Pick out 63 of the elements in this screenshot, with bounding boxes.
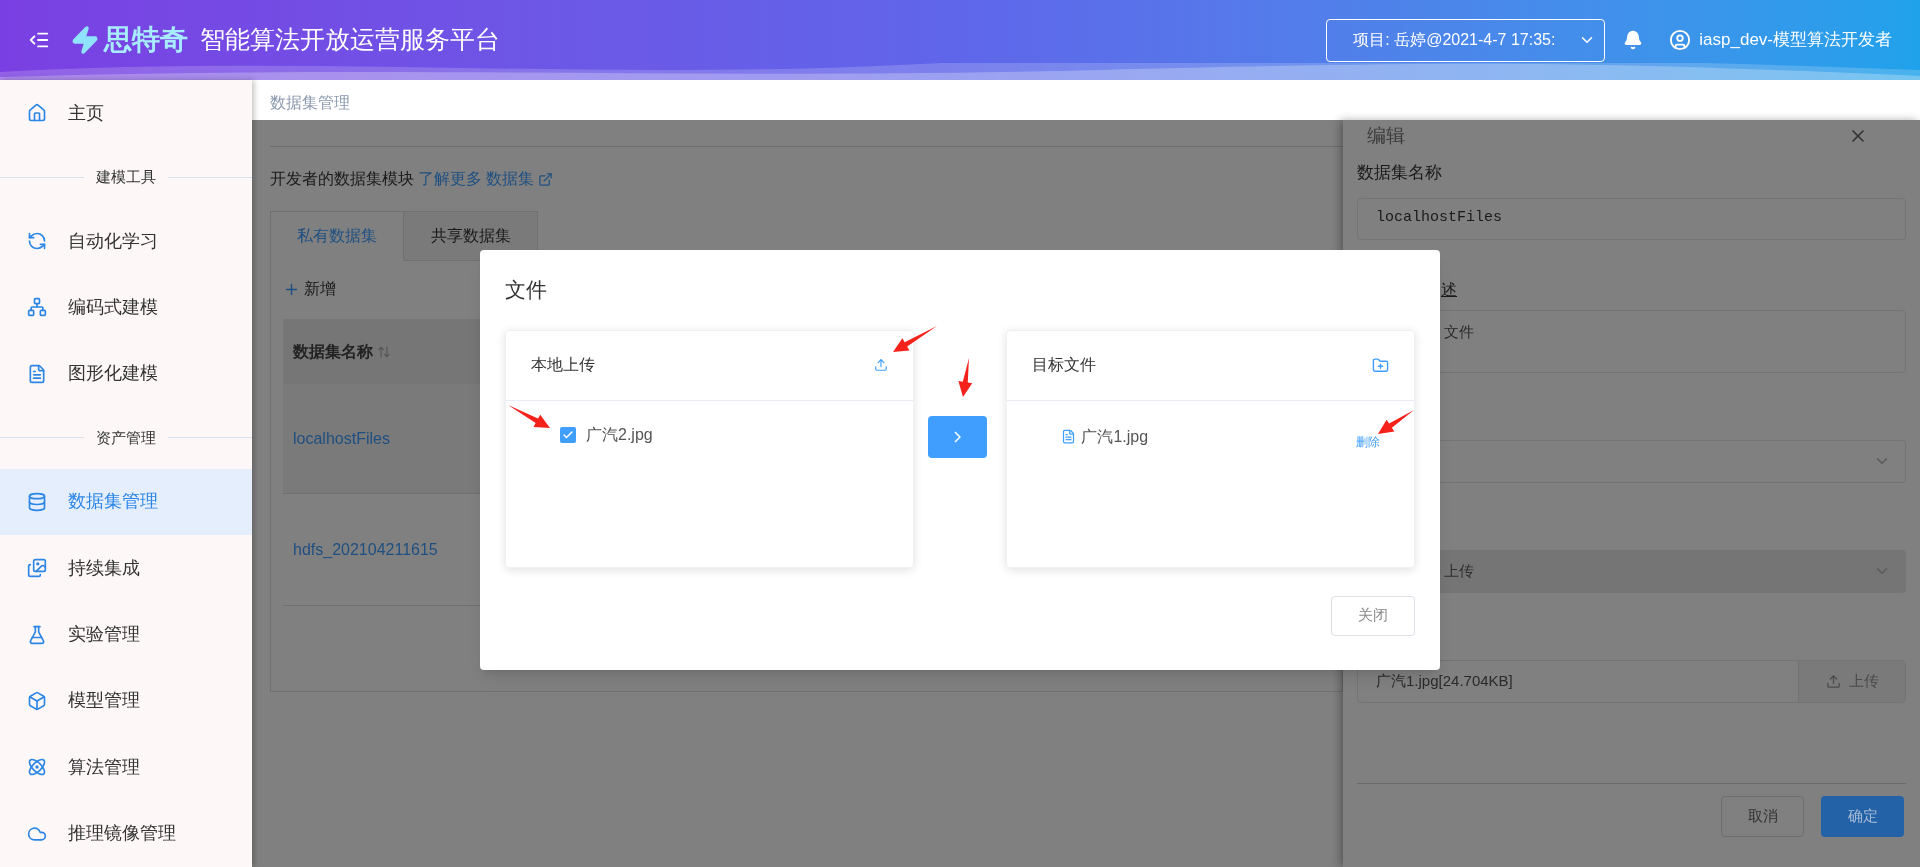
panel-title: 目标文件: [1032, 355, 1097, 375]
column-header[interactable]: 数据集名称: [293, 339, 391, 364]
sidebar-item[interactable]: 模型管理: [0, 667, 252, 735]
annotation-arrow: [1378, 410, 1414, 434]
table-cell[interactable]: hdfs_202104211615: [293, 537, 438, 562]
user-icon: [1669, 29, 1692, 51]
notification-icon[interactable]: [1623, 30, 1644, 50]
sidebar-item[interactable]: 数据集管理: [0, 468, 252, 535]
file-name: 广汽2.jpg: [586, 424, 653, 445]
home-icon: [27, 103, 47, 124]
atom-icon: [27, 757, 47, 778]
sidebar-item[interactable]: 实验管理: [0, 601, 252, 668]
logo-icon: [70, 25, 100, 55]
drawer-title: 编辑: [1367, 123, 1405, 148]
sort-icon: [377, 344, 391, 359]
cube-icon: [27, 690, 47, 711]
sidebar-item[interactable]: 编码式建模: [0, 274, 252, 341]
field-label: 数据集名称: [1357, 162, 1443, 184]
annotation-arrow: [508, 405, 550, 428]
document-icon: [27, 363, 47, 384]
annotation-arrow: [958, 358, 973, 397]
intro-text: 开发者的数据集模块: [270, 169, 414, 189]
cycle-icon: [27, 231, 47, 252]
images-icon: [27, 558, 47, 579]
app-title: 智能算法开放运营服务平台: [200, 24, 500, 56]
sidebar-item[interactable]: 推理镜像管理: [0, 800, 252, 867]
tab[interactable]: 共享数据集: [404, 211, 538, 261]
folder-plus-icon[interactable]: [1372, 356, 1389, 374]
sidebar-item[interactable]: 图形化建模: [0, 340, 252, 408]
upload-icon[interactable]: [873, 358, 888, 372]
sidebar-item[interactable]: 自动化学习: [0, 207, 252, 275]
learn-more-link[interactable]: 了解更多 数据集: [418, 167, 554, 191]
cancel-button[interactable]: 取消: [1721, 795, 1804, 837]
external-link-icon: [538, 171, 554, 187]
dialog-title: 文件: [505, 277, 547, 303]
sidebar-item[interactable]: 持续集成: [0, 534, 252, 602]
chevron-right-icon: [954, 430, 961, 443]
add-button[interactable]: 新增: [283, 277, 336, 301]
close-button[interactable]: 关闭: [1331, 595, 1415, 636]
delete-link[interactable]: 删除: [1356, 432, 1380, 451]
breadcrumb[interactable]: 数据集管理: [270, 91, 350, 115]
user-menu[interactable]: iasp_dev-模型算法开发者: [1669, 27, 1892, 53]
database-icon: [27, 491, 47, 512]
checkbox[interactable]: [560, 426, 576, 443]
panel-title: 本地上传: [531, 355, 595, 375]
confirm-button[interactable]: 确定: [1821, 795, 1904, 837]
check-icon: [562, 428, 574, 441]
transfer-button[interactable]: [927, 415, 988, 458]
sidebar-item[interactable]: 算法管理: [0, 734, 252, 801]
tab[interactable]: 私有数据集: [270, 211, 404, 261]
name-input[interactable]: localhostFiles: [1357, 197, 1906, 240]
network-icon: [27, 297, 47, 318]
flask-icon: [27, 624, 47, 645]
sidebar-section-label: 建模工具: [95, 166, 157, 187]
logo-text: 思特奇: [104, 23, 188, 57]
sidebar-section-label: 资产管理: [95, 427, 157, 448]
sidebar-item[interactable]: 主页: [0, 80, 252, 147]
file-name: 广汽1.jpg: [1081, 426, 1150, 447]
file-icon: [1061, 429, 1077, 444]
annotation-arrow: [893, 326, 937, 352]
table-cell[interactable]: localhostFiles: [293, 426, 390, 451]
field-label: 述: [1440, 279, 1458, 300]
project-select[interactable]: 项目: 岳婷@2021-4-7 17:35:: [1326, 18, 1606, 62]
